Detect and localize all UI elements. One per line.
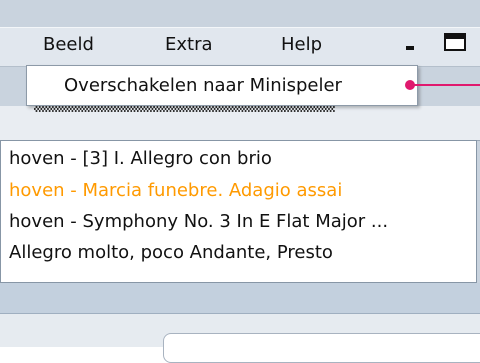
track-row-playing[interactable]: hoven - Marcia funebre. Adagio assai	[9, 180, 342, 201]
status-bar	[0, 283, 480, 314]
track-row[interactable]: Allegro molto, poco Andante, Presto	[9, 242, 333, 263]
menu-help[interactable]: Help	[281, 34, 322, 55]
obscured-text: ▒▒▒▒▒▒▒▒▒▒▒▒▒▒▒▒▒▒▒▒▒▒▒	[34, 106, 335, 113]
maximize-icon[interactable]	[444, 33, 466, 51]
player-window: Beeld Extra Help ▒▒▒▒▒▒▒▒▒▒▒▒▒▒▒▒▒▒▒▒▒▒▒…	[0, 0, 480, 363]
search-input[interactable]	[163, 333, 480, 363]
callout-line	[410, 84, 480, 86]
extra-dropdown-menu: Overschakelen naar Minispeler	[26, 65, 418, 106]
track-row[interactable]: hoven - [3] I. Allegro con brio	[9, 148, 272, 169]
track-list: hoven - [3] I. Allegro con brio hoven - …	[0, 140, 477, 283]
menu-extra[interactable]: Extra	[165, 34, 213, 55]
track-row[interactable]: hoven - Symphony No. 3 In E Flat Major .…	[9, 211, 388, 232]
minimize-icon[interactable]	[406, 46, 414, 50]
menu-beeld[interactable]: Beeld	[43, 34, 94, 55]
menu-item-switch-to-miniplayer[interactable]: Overschakelen naar Minispeler	[64, 75, 342, 96]
hidden-header-strip: ▒▒▒▒▒▒▒▒▒▒▒▒▒▒▒▒▒▒▒▒▒▒▒	[0, 106, 480, 141]
